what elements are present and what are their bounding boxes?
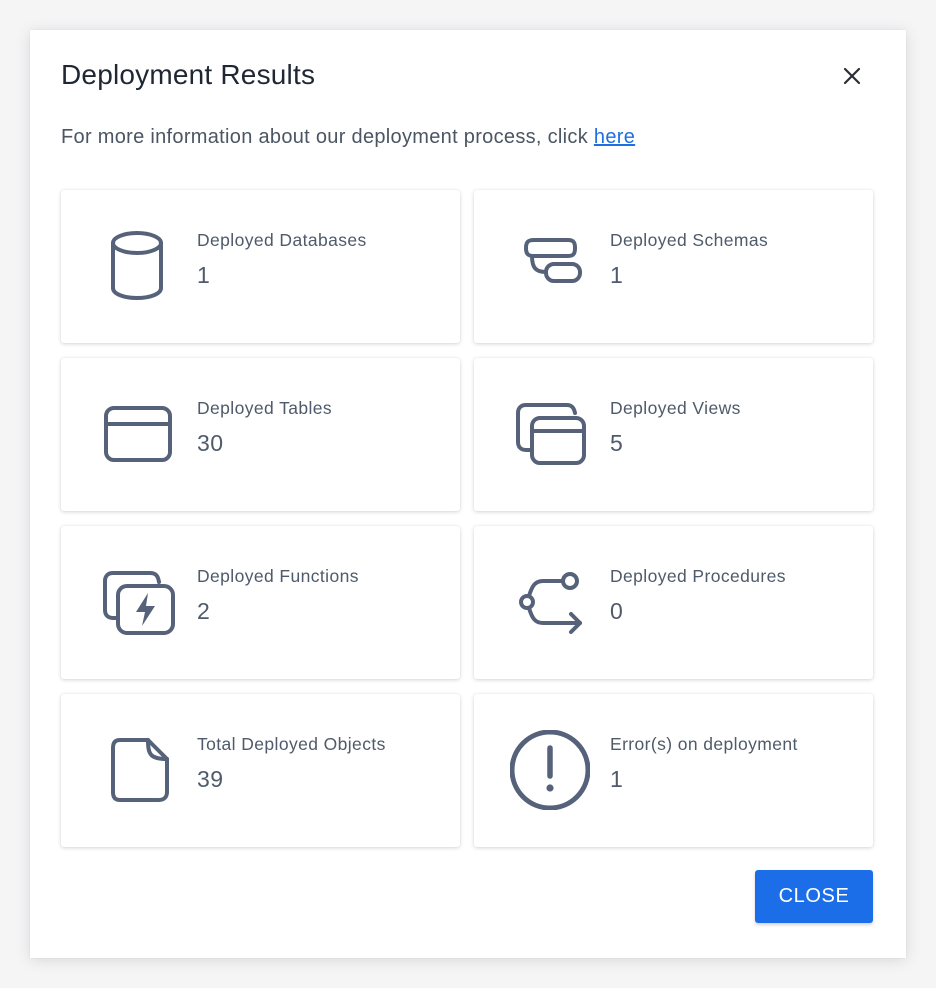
info-link[interactable]: here	[594, 126, 635, 148]
card-label: Deployed Procedures	[610, 566, 786, 586]
card-errors-on-deployment: Error(s) on deployment 1	[474, 694, 873, 847]
close-icon[interactable]	[838, 62, 866, 90]
card-value: 1	[197, 262, 211, 288]
card-value: 1	[610, 766, 624, 792]
card-value: 30	[197, 430, 224, 456]
card-deployed-functions: Deployed Functions 2	[61, 526, 460, 679]
card-total-deployed-objects: Total Deployed Objects 39	[61, 694, 460, 847]
card-label: Total Deployed Objects	[197, 734, 386, 754]
info-text-body: For more information about our deploymen…	[61, 126, 594, 148]
card-label: Deployed Tables	[197, 398, 333, 418]
card-deployed-procedures: Deployed Procedures 0	[474, 526, 873, 679]
card-label: Deployed Databases	[197, 230, 367, 250]
card-label: Deployed Functions	[197, 566, 359, 586]
info-text: For more information about our deploymen…	[61, 124, 635, 150]
card-label: Deployed Views	[610, 398, 741, 418]
views-icon	[510, 394, 590, 474]
deployment-results-dialog: Deployment Results For more information …	[30, 30, 906, 958]
results-grid: Deployed Databases 1 Deployed Schemas 1	[61, 190, 873, 847]
card-value: 39	[197, 766, 224, 792]
procedure-icon	[510, 562, 590, 642]
dialog-title: Deployment Results	[61, 59, 316, 90]
card-value: 2	[197, 598, 211, 624]
schema-icon	[510, 226, 590, 306]
card-label: Error(s) on deployment	[610, 734, 798, 754]
file-icon	[97, 730, 177, 810]
card-deployed-tables: Deployed Tables 30	[61, 358, 460, 511]
error-icon	[510, 730, 590, 810]
table-icon	[97, 394, 177, 474]
card-value: 0	[610, 598, 624, 624]
card-value: 1	[610, 262, 624, 288]
database-icon	[97, 226, 177, 306]
card-deployed-views: Deployed Views 5	[474, 358, 873, 511]
function-icon	[97, 562, 177, 642]
card-deployed-schemas: Deployed Schemas 1	[474, 190, 873, 343]
close-button[interactable]: CLOSE	[755, 870, 873, 923]
card-value: 5	[610, 430, 624, 456]
card-deployed-databases: Deployed Databases 1	[61, 190, 460, 343]
card-label: Deployed Schemas	[610, 230, 769, 250]
